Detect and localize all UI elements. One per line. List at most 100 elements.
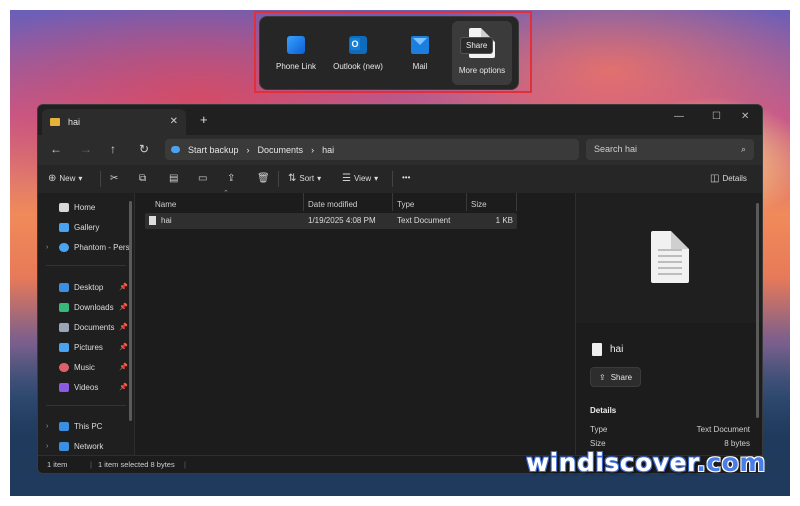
sort-button[interactable]: ⇅ Sort ▾	[288, 173, 321, 184]
delete-icon[interactable]: 🗑	[257, 173, 270, 184]
view-icon: ☰	[342, 173, 351, 184]
column-divider[interactable]	[466, 193, 467, 211]
text-file-icon	[149, 216, 156, 226]
nav-item-videos[interactable]: Videos 📌	[46, 379, 132, 395]
nav-item-pictures[interactable]: Pictures 📌	[46, 339, 132, 355]
new-button[interactable]: ⊕ New ▾	[48, 173, 82, 184]
cloud-icon	[59, 242, 69, 252]
share-tooltip: Share	[460, 37, 494, 54]
watermark-main: windiscover	[526, 448, 697, 477]
more-options-button[interactable]: •••	[402, 173, 410, 182]
nav-item-music[interactable]: Music 📌	[46, 359, 132, 375]
close-tab-icon[interactable]: ✕	[170, 116, 178, 127]
divider	[100, 171, 101, 187]
breadcrumb-item[interactable]: Documents	[258, 145, 304, 155]
details-scrollbar[interactable]	[756, 203, 759, 418]
new-tab-icon[interactable]: +	[200, 112, 208, 127]
text-file-icon	[592, 343, 602, 356]
detail-row: Type Text Document	[590, 425, 750, 434]
nav-label: Gallery	[74, 222, 100, 232]
column-header-size[interactable]: Size	[471, 197, 487, 211]
search-input[interactable]: Search hai ⌕	[586, 139, 754, 160]
details-pane: hai ⇪ Share Details Type Text Document S…	[575, 193, 762, 456]
paste-icon[interactable]: ▤	[169, 173, 178, 184]
nav-item-gallery[interactable]: Gallery	[46, 219, 132, 235]
search-placeholder: Search hai	[594, 144, 638, 154]
document-preview-icon	[651, 231, 689, 283]
breadcrumb-item[interactable]: hai	[322, 145, 334, 155]
nav-item-home[interactable]: Home	[46, 199, 132, 215]
nav-label: Documents	[74, 322, 115, 332]
nav-label: Downloads	[74, 302, 114, 312]
network-icon	[59, 441, 69, 451]
plus-circle-icon: ⊕	[48, 173, 57, 184]
column-divider[interactable]	[516, 193, 517, 211]
copy-icon[interactable]: ⧉	[139, 173, 146, 184]
divider	[46, 405, 126, 406]
watermark-accent: .com	[696, 448, 766, 477]
divider: |	[90, 460, 92, 469]
divider: |	[184, 460, 186, 469]
details-pane-icon: ◫	[710, 173, 720, 184]
nav-label: Home	[74, 202, 96, 212]
expand-icon[interactable]: ›	[46, 443, 54, 450]
nav-item-documents[interactable]: Documents 📌	[46, 319, 132, 335]
close-window-icon[interactable]: ✕	[741, 111, 749, 122]
cut-icon[interactable]: ✂	[110, 173, 118, 184]
chevron-right-icon: ›	[246, 144, 250, 155]
nav-label: Music	[74, 362, 95, 372]
nav-item-network[interactable]: › Network	[46, 438, 132, 454]
chevron-down-icon: ▾	[374, 174, 379, 183]
nav-item-onedrive[interactable]: › Phantom - Perso	[46, 239, 132, 255]
column-header-type[interactable]: Type	[397, 197, 414, 211]
chevron-down-icon: ▾	[317, 174, 322, 183]
maximize-icon[interactable]: ☐	[712, 111, 721, 122]
view-button[interactable]: ☰ View ▾	[342, 173, 378, 184]
sort-indicator-icon: ⌃	[223, 190, 229, 197]
title-bar: hai ✕ + — ☐ ✕	[38, 105, 762, 135]
divider	[278, 171, 279, 187]
expand-icon[interactable]: ›	[46, 244, 54, 251]
breadcrumb[interactable]: Start backup › Documents › hai	[165, 139, 579, 160]
share-label: Share	[610, 372, 633, 382]
detail-row: Size 8 bytes	[590, 439, 750, 448]
share-button[interactable]: ⇪ Share	[590, 367, 642, 387]
file-name: hai	[161, 216, 172, 225]
divider	[392, 171, 393, 187]
expand-icon[interactable]: ›	[46, 423, 54, 430]
command-bar: ⊕ New ▾ ✂ ⧉ ▤ ▭ ⇪ 🗑 ⇅ Sort ▾ ☰ View ▾ ••…	[38, 165, 762, 194]
nav-label: Pictures	[74, 342, 103, 352]
up-icon[interactable]: ↑	[110, 142, 116, 156]
nav-label: Phantom - Perso	[74, 242, 130, 252]
breadcrumb-item[interactable]: Start backup	[188, 145, 239, 155]
file-date: 1/19/2025 4:08 PM	[308, 216, 376, 225]
nav-item-desktop[interactable]: Desktop 📌	[46, 279, 132, 295]
column-divider[interactable]	[392, 193, 393, 211]
minimize-icon[interactable]: —	[674, 111, 684, 122]
rename-icon[interactable]: ▭	[198, 173, 207, 184]
tab-hai[interactable]: hai ✕	[42, 109, 186, 135]
refresh-icon[interactable]: ↻	[139, 142, 149, 156]
pin-icon: 📌	[119, 364, 128, 371]
back-icon[interactable]: ←	[50, 142, 62, 156]
details-label: Details	[722, 174, 747, 183]
column-divider[interactable]	[303, 193, 304, 211]
preview-file-name: hai	[592, 343, 623, 356]
table-row[interactable]: hai 1/19/2025 4:08 PM Text Document 1 KB	[145, 213, 517, 229]
music-icon	[59, 362, 69, 372]
details-button[interactable]: ◫ Details	[710, 173, 747, 184]
nav-item-downloads[interactable]: Downloads 📌	[46, 299, 132, 315]
pin-icon: 📌	[119, 304, 128, 311]
address-bar: ← → ↑ ↻ Start backup › Documents › hai S…	[38, 135, 762, 165]
nav-scrollbar[interactable]	[129, 201, 132, 421]
column-header-date[interactable]: Date modified	[308, 197, 357, 211]
column-header-name[interactable]: Name	[155, 197, 176, 211]
share-icon: ⇪	[599, 372, 606, 382]
status-selection: 1 item selected 8 bytes	[98, 460, 175, 469]
forward-icon[interactable]: →	[80, 142, 92, 156]
preview-area	[576, 193, 762, 323]
detail-key: Size	[590, 439, 606, 448]
pin-icon: 📌	[119, 324, 128, 331]
nav-item-this-pc[interactable]: › This PC	[46, 418, 132, 434]
share-icon[interactable]: ⇪	[227, 173, 235, 184]
